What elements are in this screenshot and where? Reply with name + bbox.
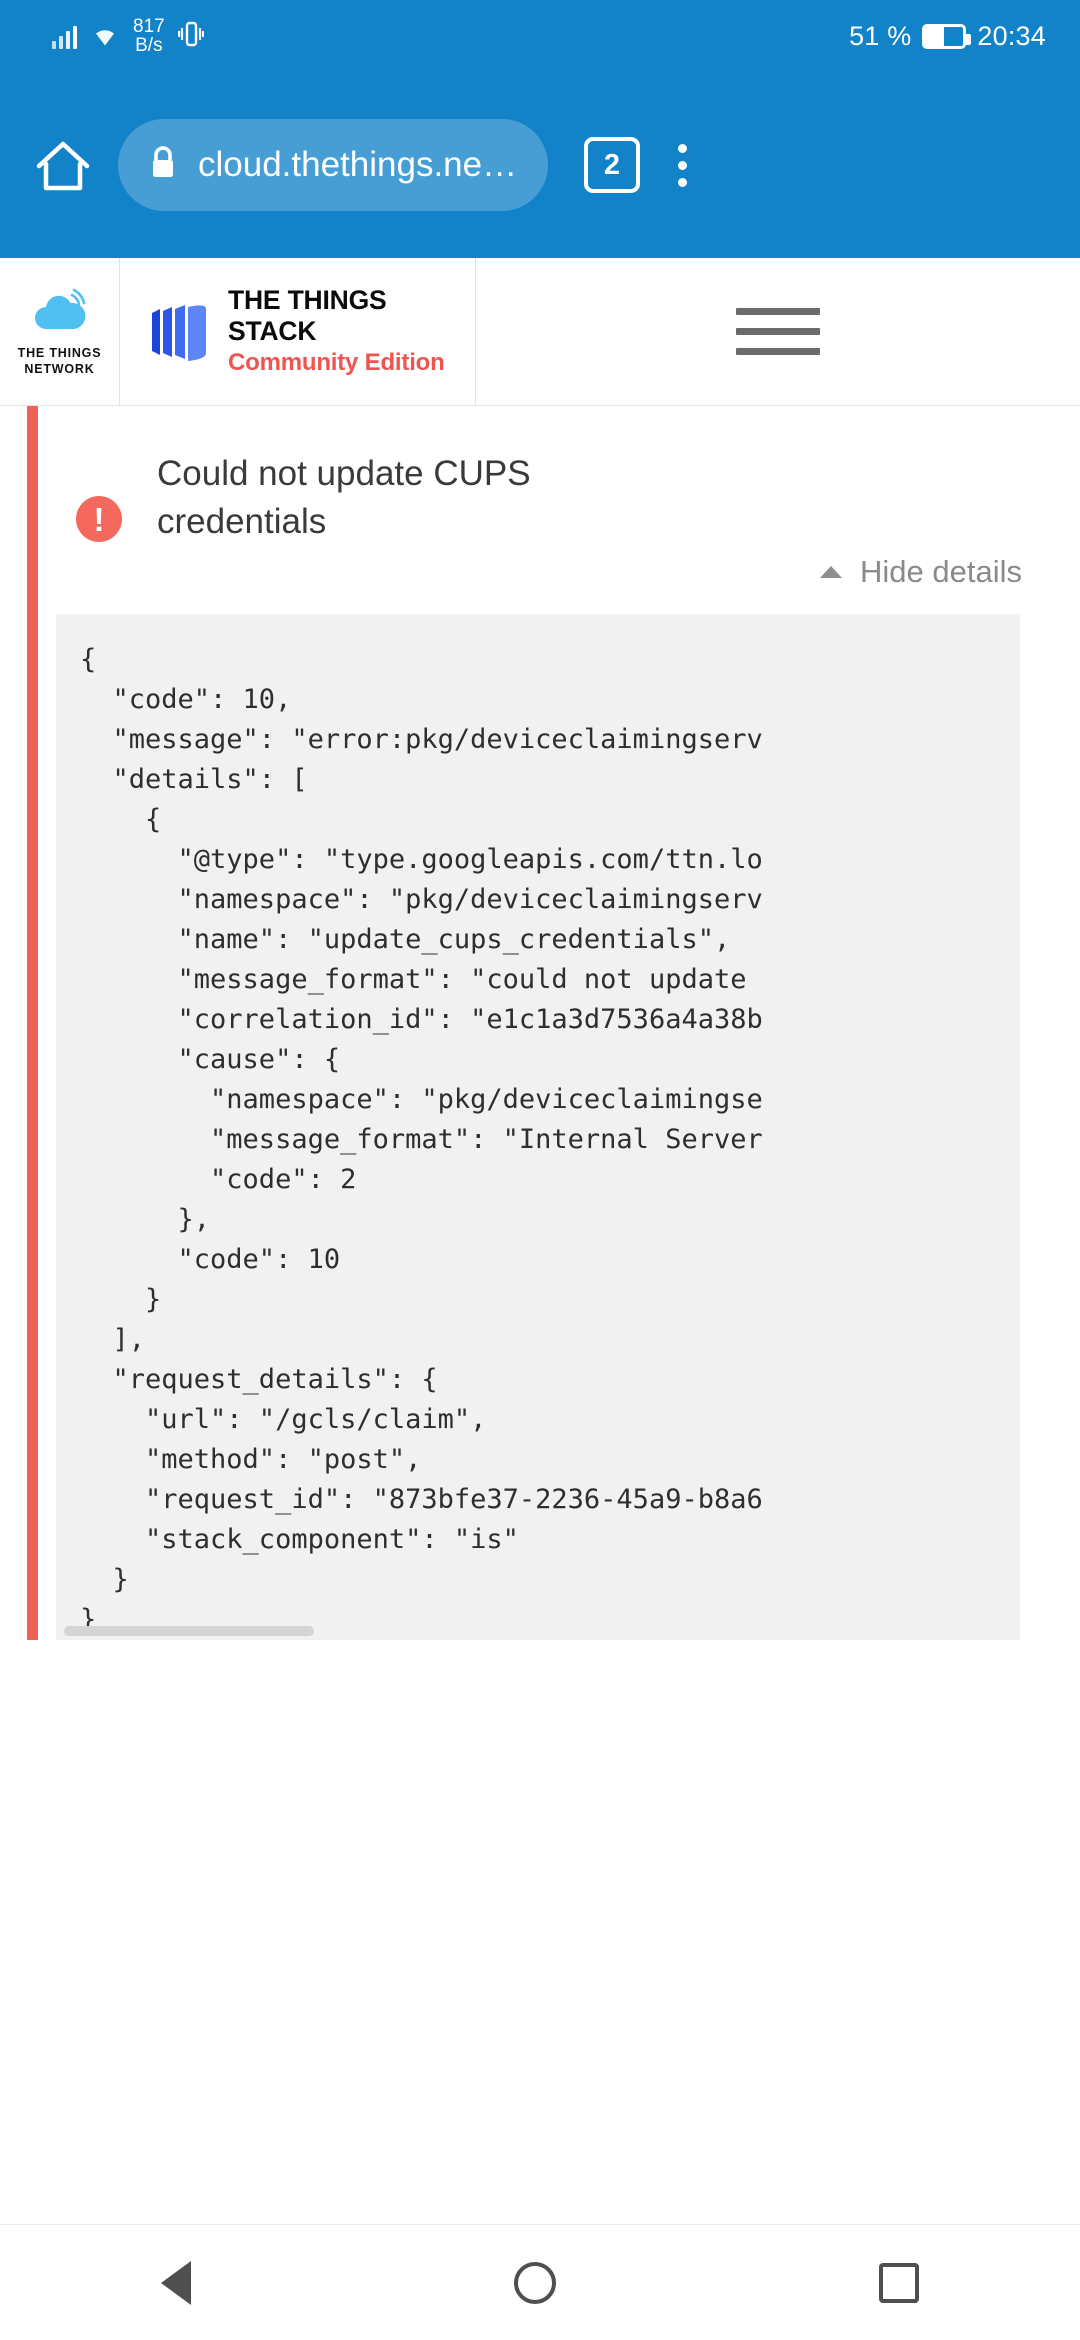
toggle-details-button[interactable]: Hide details xyxy=(157,554,1050,590)
error-accent-stripe xyxy=(27,406,38,1640)
chevron-up-icon xyxy=(820,565,843,578)
battery-icon xyxy=(922,23,972,49)
address-bar-url: cloud.thethings.network xyxy=(198,145,518,184)
error-title: Could not update CUPS credentials xyxy=(157,454,531,541)
tab-counter-label: 2 xyxy=(603,148,621,181)
address-bar[interactable]: cloud.thethings.network xyxy=(118,119,548,211)
error-exclamation-icon: ! xyxy=(76,496,122,542)
browser-toolbar: cloud.thethings.network 2 xyxy=(0,72,1080,258)
clock-label: 20:34 xyxy=(977,20,1046,51)
stack-title: THE THINGS STACK xyxy=(228,285,387,346)
error-details-panel[interactable]: { "code": 10, "message": "error:pkg/devi… xyxy=(56,613,1020,1640)
site-header: THE THINGS NETWORK THE THINGS STACK Comm… xyxy=(0,258,1080,406)
android-status-bar: 817 B/s 51 % 20:34 xyxy=(0,0,1080,72)
tab-counter-button[interactable]: 2 xyxy=(584,137,640,193)
toggle-details-label: Hide details xyxy=(860,553,1022,589)
error-banner: ! Could not update CUPS credentials Hide… xyxy=(0,406,1080,590)
the-things-stack-brand[interactable]: THE THINGS STACK Community Edition xyxy=(120,258,476,405)
home-icon[interactable] xyxy=(20,122,106,208)
the-things-network-logo-link[interactable]: THE THINGS NETWORK xyxy=(0,258,120,405)
ttn-logo-line2: NETWORK xyxy=(24,362,95,376)
home-circle-icon[interactable] xyxy=(513,2261,556,2304)
hamburger-menu-button[interactable] xyxy=(476,258,1080,405)
wifi-icon xyxy=(90,21,120,52)
the-things-stack-logo xyxy=(148,295,210,368)
overflow-menu-icon[interactable] xyxy=(652,130,712,200)
error-details-json: { "code": 10, "message": "error:pkg/devi… xyxy=(80,643,763,1635)
status-bar-right-group: 51 % 20:34 xyxy=(849,21,1046,52)
error-text-group: Could not update CUPS credentials Hide d… xyxy=(122,450,1050,590)
signal-bars-icon xyxy=(52,23,77,49)
horizontal-scrollbar[interactable] xyxy=(64,1625,314,1636)
lock-icon xyxy=(148,144,178,187)
recents-square-icon[interactable] xyxy=(878,2262,919,2303)
data-rate-value: 817 xyxy=(133,16,165,37)
data-rate-indicator: 817 B/s xyxy=(133,17,165,55)
page-content: ! Could not update CUPS credentials Hide… xyxy=(0,406,1080,1640)
battery-percent-label: 51 % xyxy=(849,20,912,51)
stack-subtitle: Community Edition xyxy=(228,349,445,377)
hamburger-menu-icon xyxy=(736,308,820,355)
status-bar-left-group: 817 B/s xyxy=(52,17,204,55)
ttn-logo-line1: THE THINGS xyxy=(17,346,102,361)
data-rate-unit: B/s xyxy=(135,35,163,56)
the-things-network-cloud-logo xyxy=(30,285,90,340)
android-navigation-bar xyxy=(0,2224,1080,2340)
back-triangle-icon[interactable] xyxy=(161,2260,192,2305)
vibrate-icon xyxy=(177,20,204,53)
